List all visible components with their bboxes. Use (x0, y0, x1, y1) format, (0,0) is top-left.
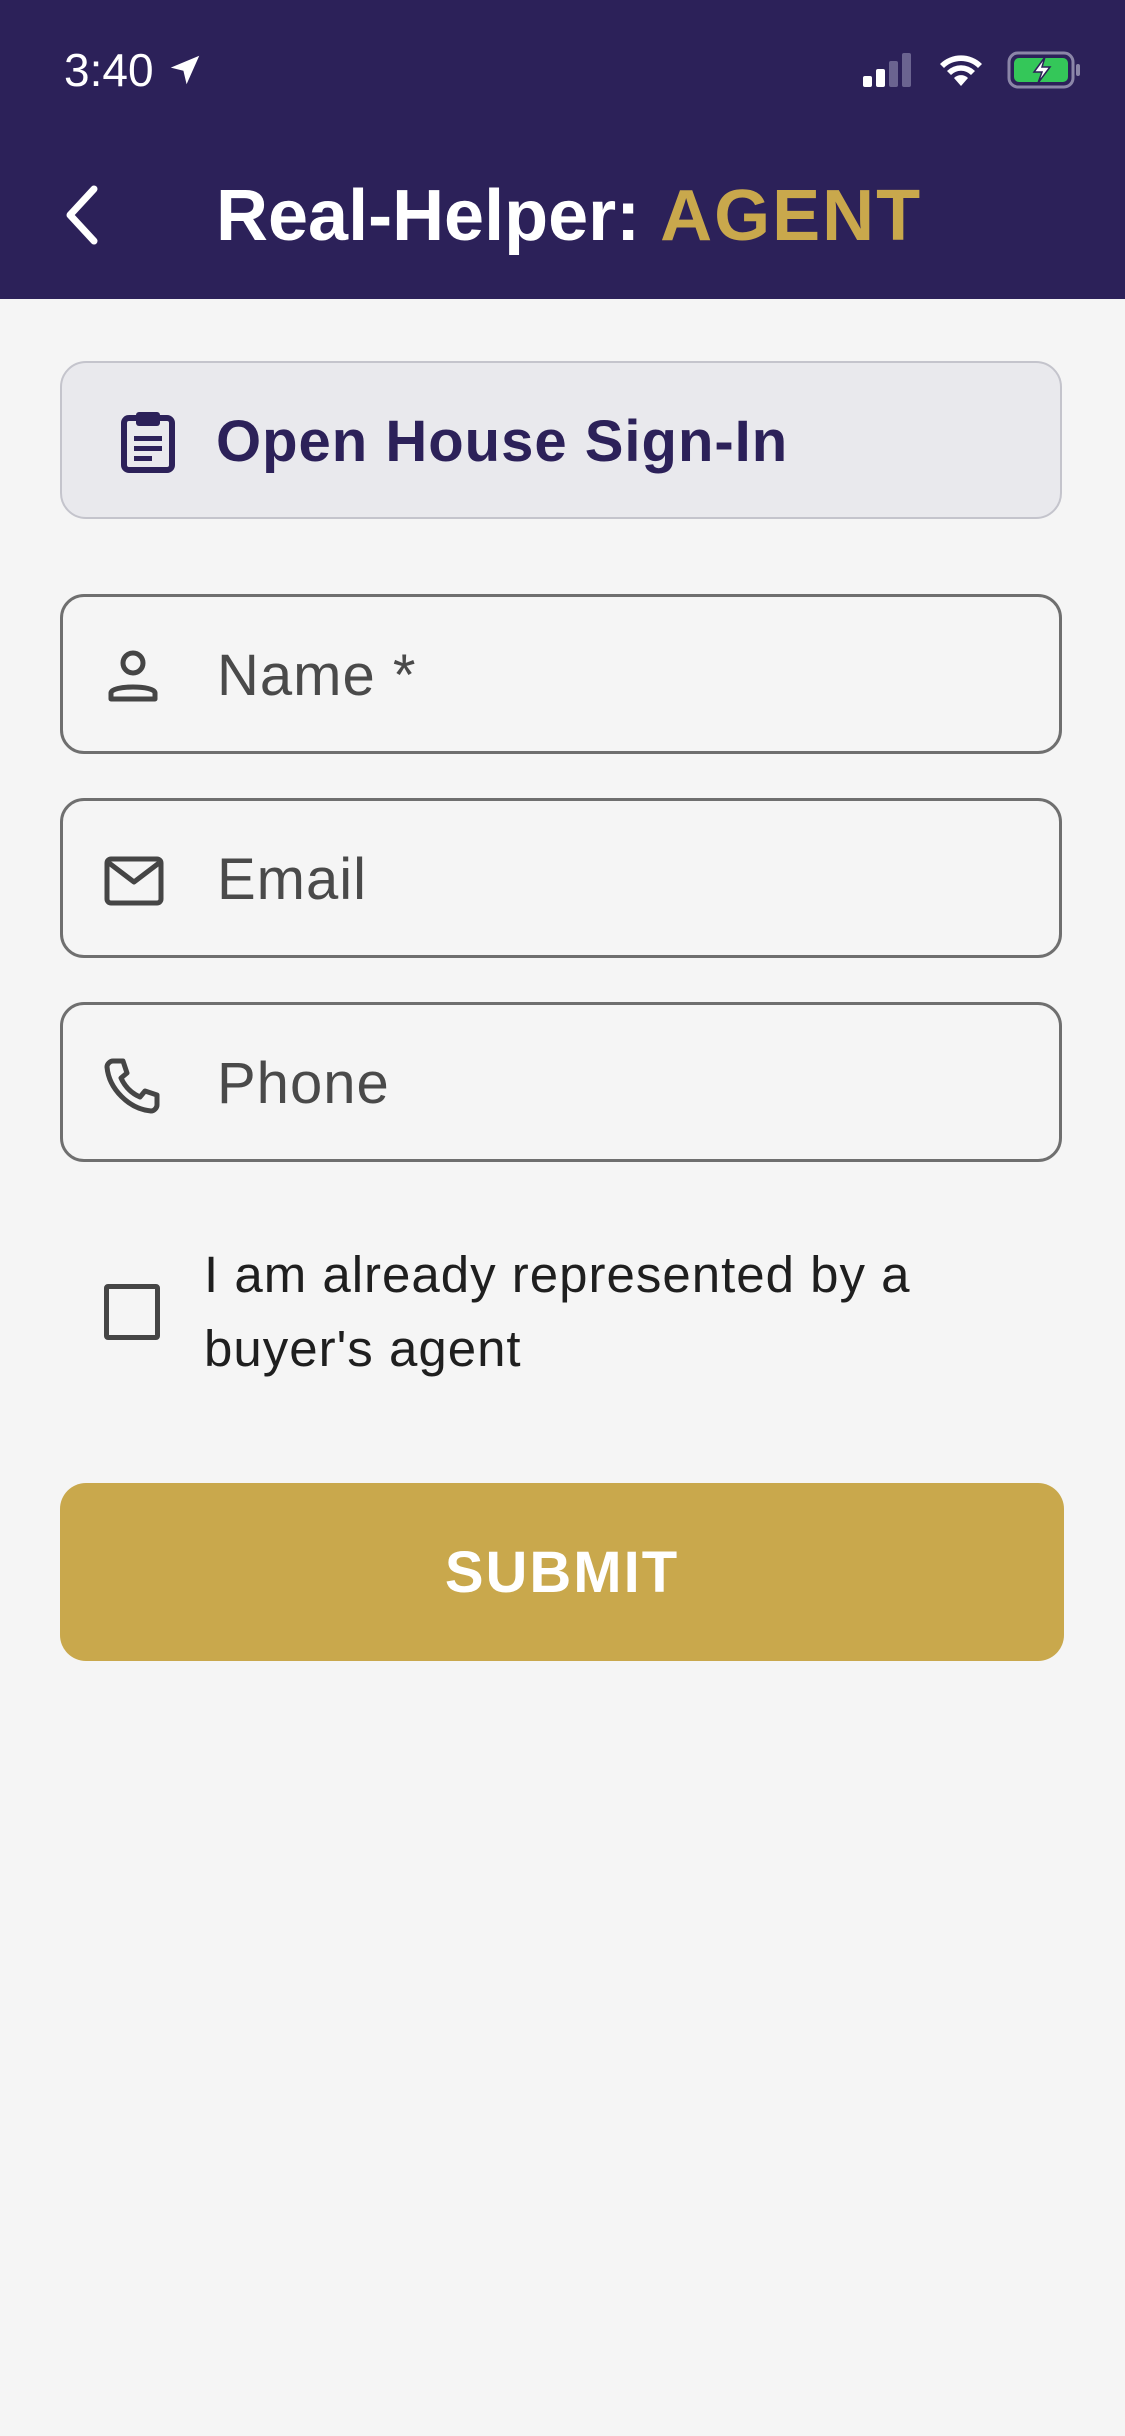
page-title-accent: AGENT (660, 176, 923, 256)
chevron-left-icon (66, 185, 98, 245)
status-time-text: 3:40 (64, 44, 154, 96)
sign-in-banner: Open House Sign-In (60, 361, 1062, 519)
battery-charging-icon (1007, 51, 1080, 89)
status-bar-right (861, 46, 1083, 94)
represented-checkbox[interactable] (104, 1284, 160, 1340)
represented-label[interactable]: I am already represented by a buyer's ag… (204, 1238, 1024, 1386)
name-field[interactable] (60, 594, 1062, 754)
email-field[interactable] (60, 798, 1062, 958)
location-arrow-icon (170, 55, 199, 85)
wifi-icon (940, 55, 982, 86)
page-title: Real-Helper: AGENT (216, 168, 922, 264)
status-bar-time: 3:40 (64, 40, 204, 100)
back-button[interactable] (52, 170, 112, 260)
submit-button[interactable]: SUBMIT (60, 1483, 1064, 1661)
banner-label: Open House Sign-In (216, 409, 789, 474)
phone-field[interactable] (60, 1002, 1062, 1162)
mail-icon (104, 856, 164, 906)
person-icon (108, 650, 158, 702)
name-input[interactable] (217, 627, 1017, 723)
page-title-main: Real-Helper: (216, 176, 661, 256)
phone-icon (104, 1058, 160, 1114)
cellular-signal-icon (863, 53, 911, 87)
app-header: 3:40 Real-Helper: AGENT (0, 0, 1125, 299)
phone-input[interactable] (217, 1035, 1017, 1131)
clipboard-icon (121, 412, 175, 473)
email-input[interactable] (217, 831, 1017, 927)
